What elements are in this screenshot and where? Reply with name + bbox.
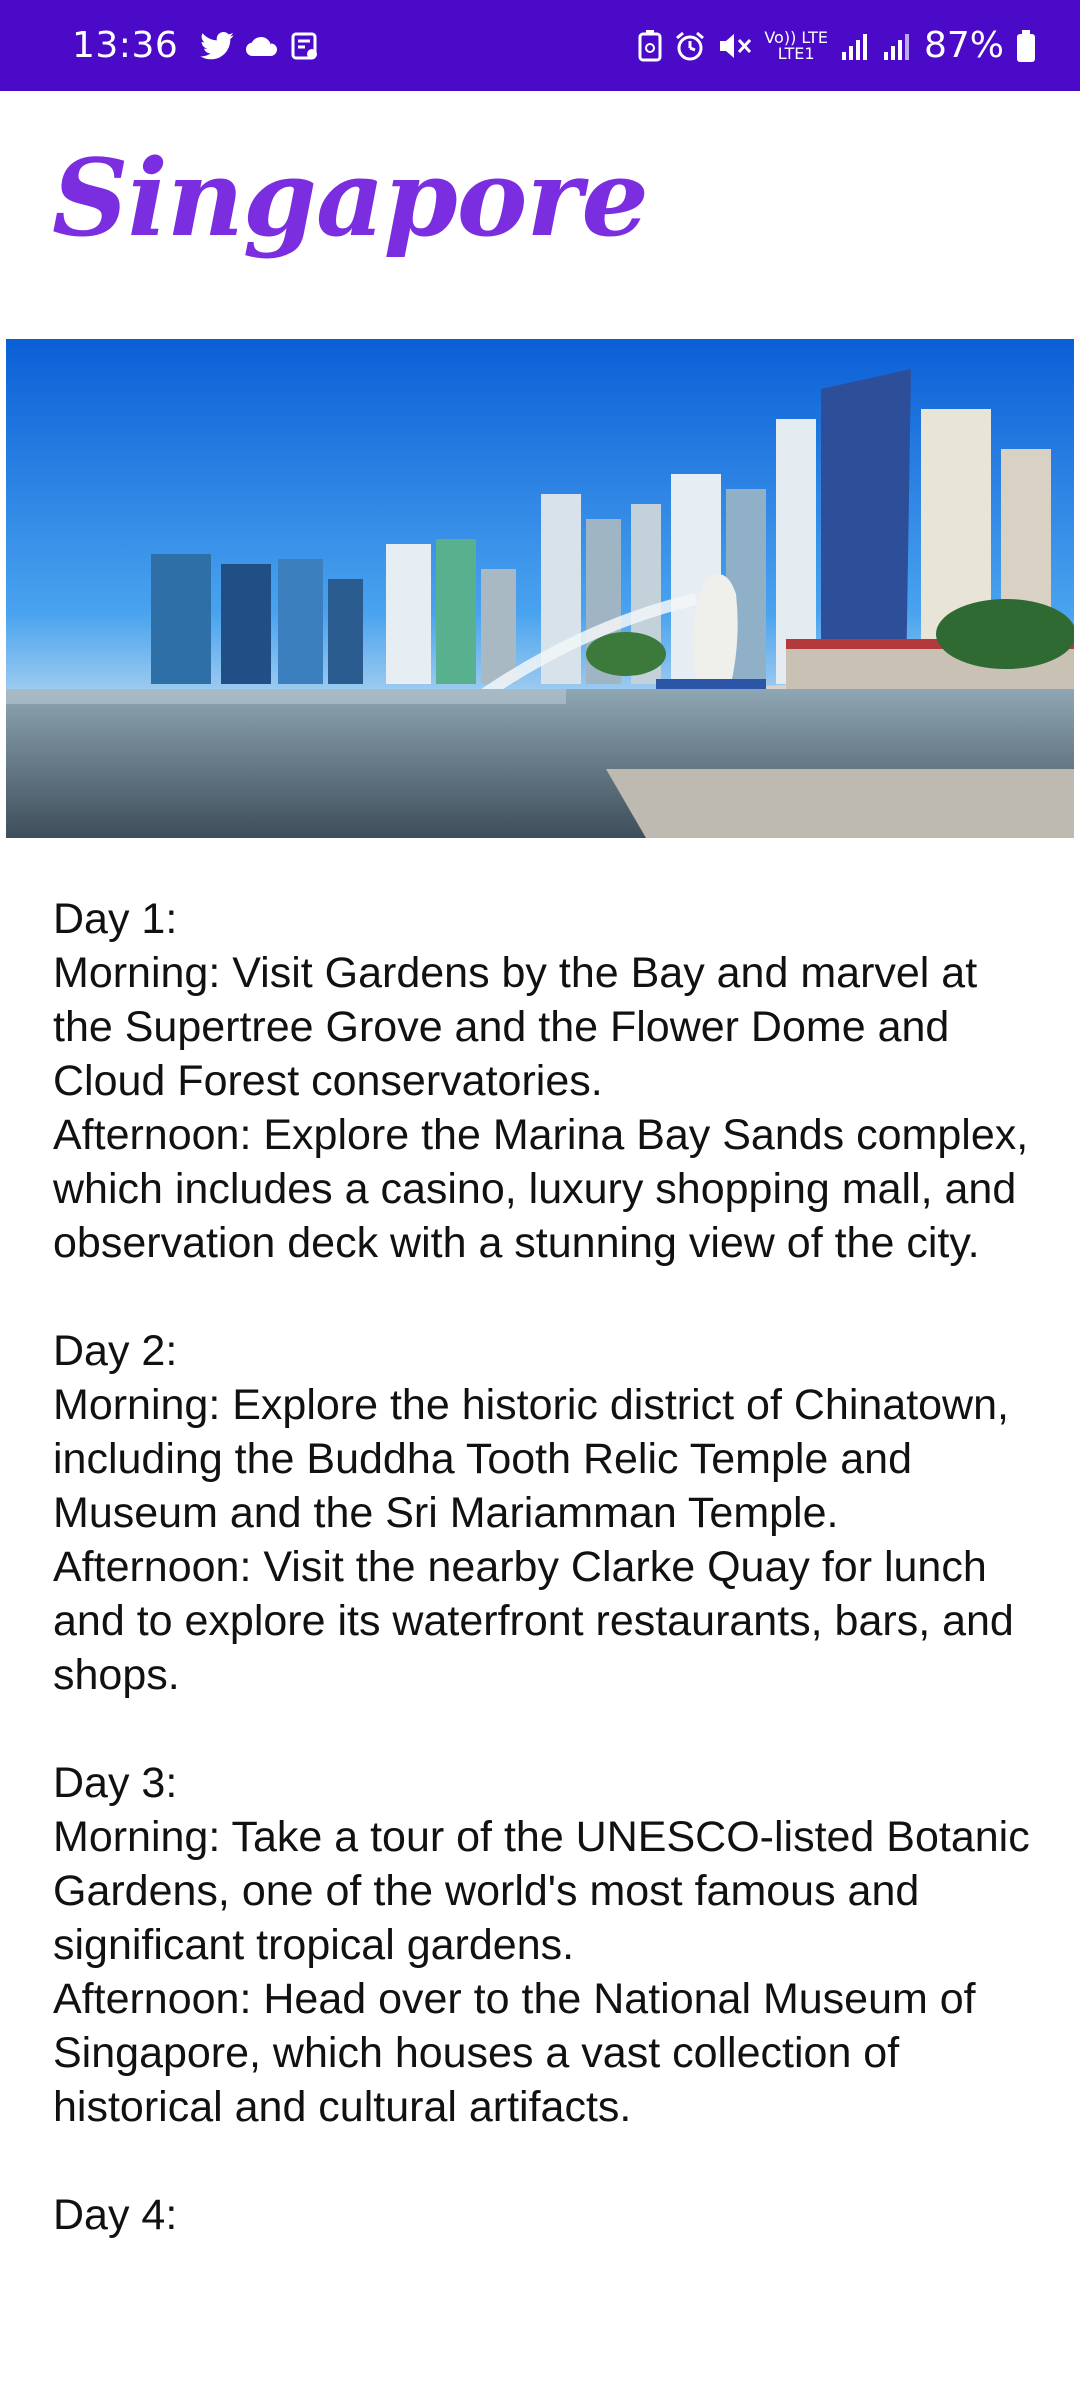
signal-strength-icon — [840, 32, 870, 60]
day-heading: Day 4: — [53, 2191, 178, 2239]
mute-icon — [718, 30, 752, 62]
battery-percent: 87% — [923, 25, 1004, 66]
day-afternoon: Afternoon: Explore the Marina Bay Sands … — [53, 1111, 1029, 1267]
status-time: 13:36 — [72, 25, 179, 66]
day-block: Day 4: — [53, 2188, 1043, 2242]
day-block: Day 1: Morning: Visit Gardens by the Bay… — [53, 892, 1043, 1270]
lte1-label: LTE1 — [777, 43, 815, 63]
hero-image — [6, 339, 1074, 838]
status-bar-right: Vo)) LTE LTE1 87% — [632, 25, 1042, 66]
signal-strength-2-icon — [882, 32, 912, 60]
marina-bay-skyline-illustration — [6, 339, 1074, 838]
itinerary: Day 1: Morning: Visit Gardens by the Bay… — [53, 892, 1043, 2296]
day-block: Day 2: Morning: Explore the historic dis… — [53, 1324, 1043, 1702]
note-icon — [290, 31, 320, 61]
recycle-battery-icon — [638, 29, 662, 62]
page-title: Singapore — [52, 135, 649, 260]
cloud-icon — [246, 35, 278, 57]
battery-icon — [1016, 29, 1036, 62]
status-bar-left: 13:36 — [72, 25, 326, 66]
day-morning: Morning: Visit Gardens by the Bay and ma… — [53, 949, 978, 1105]
twitter-icon — [200, 31, 235, 60]
day-heading: Day 3: — [53, 1759, 178, 1807]
day-block: Day 3: Morning: Take a tour of the UNESC… — [53, 1756, 1043, 2134]
day-afternoon: Afternoon: Visit the nearby Clarke Quay … — [53, 1543, 1014, 1699]
day-morning: Morning: Take a tour of the UNESCO-liste… — [53, 1813, 1030, 1969]
day-morning: Morning: Explore the historic district o… — [53, 1381, 1009, 1537]
volte-lte-indicator: Vo)) LTE LTE1 — [764, 29, 828, 63]
status-bar: 13:36 Vo)) LTE LTE1 87% — [0, 0, 1080, 91]
day-heading: Day 1: — [53, 895, 178, 943]
day-heading: Day 2: — [53, 1327, 178, 1375]
day-afternoon: Afternoon: Head over to the National Mus… — [53, 1975, 976, 2131]
alarm-icon — [674, 30, 706, 62]
